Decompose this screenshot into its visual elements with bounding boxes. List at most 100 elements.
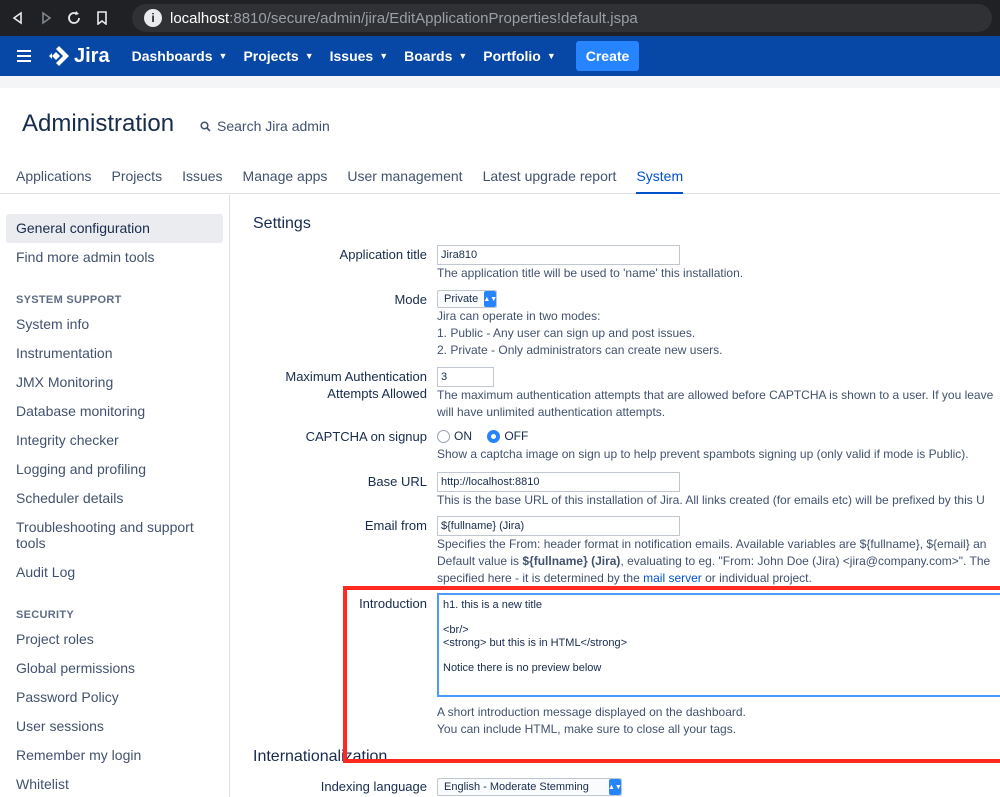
tab-manage-apps[interactable]: Manage apps (243, 168, 328, 194)
tab-latest-upgrade-report[interactable]: Latest upgrade report (483, 168, 617, 194)
email-from-desc-1: Specifies the From: header format in not… (437, 537, 987, 551)
captcha-label: CAPTCHA on signup (305, 429, 427, 444)
base-url-desc: This is the base URL of this installatio… (437, 493, 985, 507)
sidebar-item-system-info[interactable]: System info (6, 310, 223, 339)
max-auth-desc-1: The maximum authentication attempts that… (437, 388, 994, 402)
indexing-language-select[interactable]: English - Moderate Stemming ▲▼ (437, 778, 622, 796)
mail-server-link[interactable]: mail server (643, 571, 702, 585)
admin-search[interactable]: Search Jira admin (200, 118, 330, 134)
chevron-down-icon: ▼ (458, 51, 468, 61)
captcha-on-radio[interactable] (437, 430, 450, 444)
indexing-language-label: Indexing language (320, 779, 427, 794)
application-title-label: Application title (339, 247, 427, 262)
nav-portfolio-label: Portfolio (483, 48, 541, 64)
sidebar-item-audit-log[interactable]: Audit Log (6, 558, 223, 587)
sidebar-heading-security: SECURITY (16, 609, 75, 621)
url-path: :8810/secure/admin/jira/EditApplicationP… (229, 9, 638, 27)
info-icon[interactable]: i (144, 9, 162, 27)
highlight-box (343, 586, 1000, 763)
chevron-down-icon: ▼ (546, 51, 556, 61)
mode-desc-1: Jira can operate in two modes: (437, 309, 601, 323)
nav-issues[interactable]: Issues ▼ (322, 36, 397, 76)
admin-header: Administration Search Jira admin Applica… (0, 76, 1000, 194)
nav-boards-label: Boards (404, 48, 453, 64)
browser-toolbar: i localhost:8810/secure/admin/jira/EditA… (0, 0, 1000, 36)
mode-select-value: Private (444, 293, 479, 305)
sidebar-item-instrumentation[interactable]: Instrumentation (6, 339, 223, 368)
nav-projects-label: Projects (243, 48, 299, 64)
sidebar-item-user-sessions[interactable]: User sessions (6, 712, 223, 741)
application-title-input[interactable] (437, 245, 680, 265)
max-auth-label-line-1: Maximum Authentication (285, 369, 427, 384)
max-auth-input[interactable] (437, 367, 494, 387)
tab-issues[interactable]: Issues (182, 168, 222, 194)
mode-label: Mode (394, 292, 427, 307)
chevron-down-icon: ▼ (379, 51, 389, 61)
address-bar[interactable]: i localhost:8810/secure/admin/jira/EditA… (132, 4, 992, 32)
sidebar-item-logging-and-profiling[interactable]: Logging and profiling (6, 455, 223, 484)
email-from-default-value: ${fullname} (Jira) (522, 554, 621, 568)
app-switcher-icon[interactable] (0, 36, 48, 76)
search-icon (200, 120, 211, 132)
sidebar-item-whitelist[interactable]: Whitelist (6, 770, 223, 797)
sidebar-item-integrity-checker[interactable]: Integrity checker (6, 426, 223, 455)
sidebar: General configuration Find more admin to… (0, 195, 230, 797)
max-auth-label-line-2: Attempts Allowed (327, 386, 427, 401)
sidebar-item-troubleshooting[interactable]: Troubleshooting and support tools (6, 513, 206, 558)
email-from-label: Email from (364, 518, 427, 533)
tab-system[interactable]: System (636, 168, 684, 194)
select-arrows-icon: ▲▼ (483, 291, 497, 307)
mode-desc-2: 1. Public - Any user can sign up and pos… (437, 326, 696, 340)
nav-dashboards-label: Dashboards (131, 48, 213, 64)
tab-applications[interactable]: Applications (16, 168, 92, 194)
admin-tabs: Applications Projects Issues Manage apps… (16, 168, 684, 194)
max-auth-label: Maximum Authentication Attempts Allowed (257, 368, 427, 402)
page-title: Administration (22, 110, 175, 137)
email-from-input[interactable] (437, 516, 680, 536)
jira-logo-text: Jira (74, 44, 110, 67)
sidebar-heading-system-support: SYSTEM SUPPORT (16, 294, 122, 306)
forward-icon[interactable] (32, 0, 60, 36)
captcha-off-radio[interactable] (487, 430, 501, 444)
nav-projects[interactable]: Projects ▼ (235, 36, 321, 76)
base-url-label: Base URL (367, 474, 427, 489)
sidebar-item-project-roles[interactable]: Project roles (6, 625, 223, 654)
sidebar-item-general-configuration[interactable]: General configuration (6, 214, 223, 243)
chevron-down-icon: ▼ (304, 51, 314, 61)
jira-logo-icon (49, 46, 69, 66)
jira-top-nav: Jira Dashboards ▼ Projects ▼ Issues ▼ Board… (0, 36, 1000, 76)
sidebar-item-password-policy[interactable]: Password Policy (6, 683, 223, 712)
tab-projects[interactable]: Projects (112, 168, 163, 194)
create-button[interactable]: Create (575, 41, 640, 71)
sidebar-item-find-more-admin-tools[interactable]: Find more admin tools (6, 243, 223, 272)
sidebar-item-database-monitoring[interactable]: Database monitoring (6, 397, 223, 426)
max-auth-desc-2: will have unlimited authentication attem… (437, 405, 666, 419)
admin-search-label: Search Jira admin (217, 118, 330, 134)
sidebar-item-remember-my-login[interactable]: Remember my login (6, 741, 223, 770)
email-from-desc-3a: specified here - it is determined by the (437, 571, 644, 585)
settings-heading: Settings (253, 215, 311, 232)
application-title-desc: The application title will be used to 'n… (437, 266, 744, 280)
base-url-input[interactable] (437, 472, 680, 492)
mode-select[interactable]: Private ▲▼ (437, 290, 498, 308)
email-from-desc-3: specified here - it is determined by the… (437, 570, 990, 587)
tab-user-management[interactable]: User management (347, 168, 462, 194)
reload-icon[interactable] (60, 0, 88, 36)
nav-boards[interactable]: Boards ▼ (396, 36, 475, 76)
nav-portfolio[interactable]: Portfolio ▼ (475, 36, 563, 76)
bookmark-icon[interactable] (88, 0, 116, 36)
sidebar-item-global-permissions[interactable]: Global permissions (6, 654, 223, 683)
url-host: localhost (170, 9, 230, 27)
back-icon[interactable] (4, 0, 32, 36)
email-from-desc-2c: , evaluating to eg. "From: John Doe (Jir… (620, 554, 991, 568)
captcha-desc: Show a captcha image on sign up to help … (437, 447, 969, 461)
nav-dashboards[interactable]: Dashboards ▼ (124, 36, 236, 76)
sidebar-item-jmx-monitoring[interactable]: JMX Monitoring (6, 368, 223, 397)
mode-desc-3: 2. Private - Only administrators can cre… (437, 343, 723, 357)
sidebar-item-scheduler-details[interactable]: Scheduler details (6, 484, 223, 513)
email-from-desc-2a: Default value is (437, 554, 523, 568)
nav-issues-label: Issues (329, 48, 374, 64)
select-arrows-icon: ▲▼ (608, 779, 622, 795)
email-from-desc-3b: or individual project. (701, 571, 812, 585)
jira-logo[interactable]: Jira (48, 45, 110, 68)
